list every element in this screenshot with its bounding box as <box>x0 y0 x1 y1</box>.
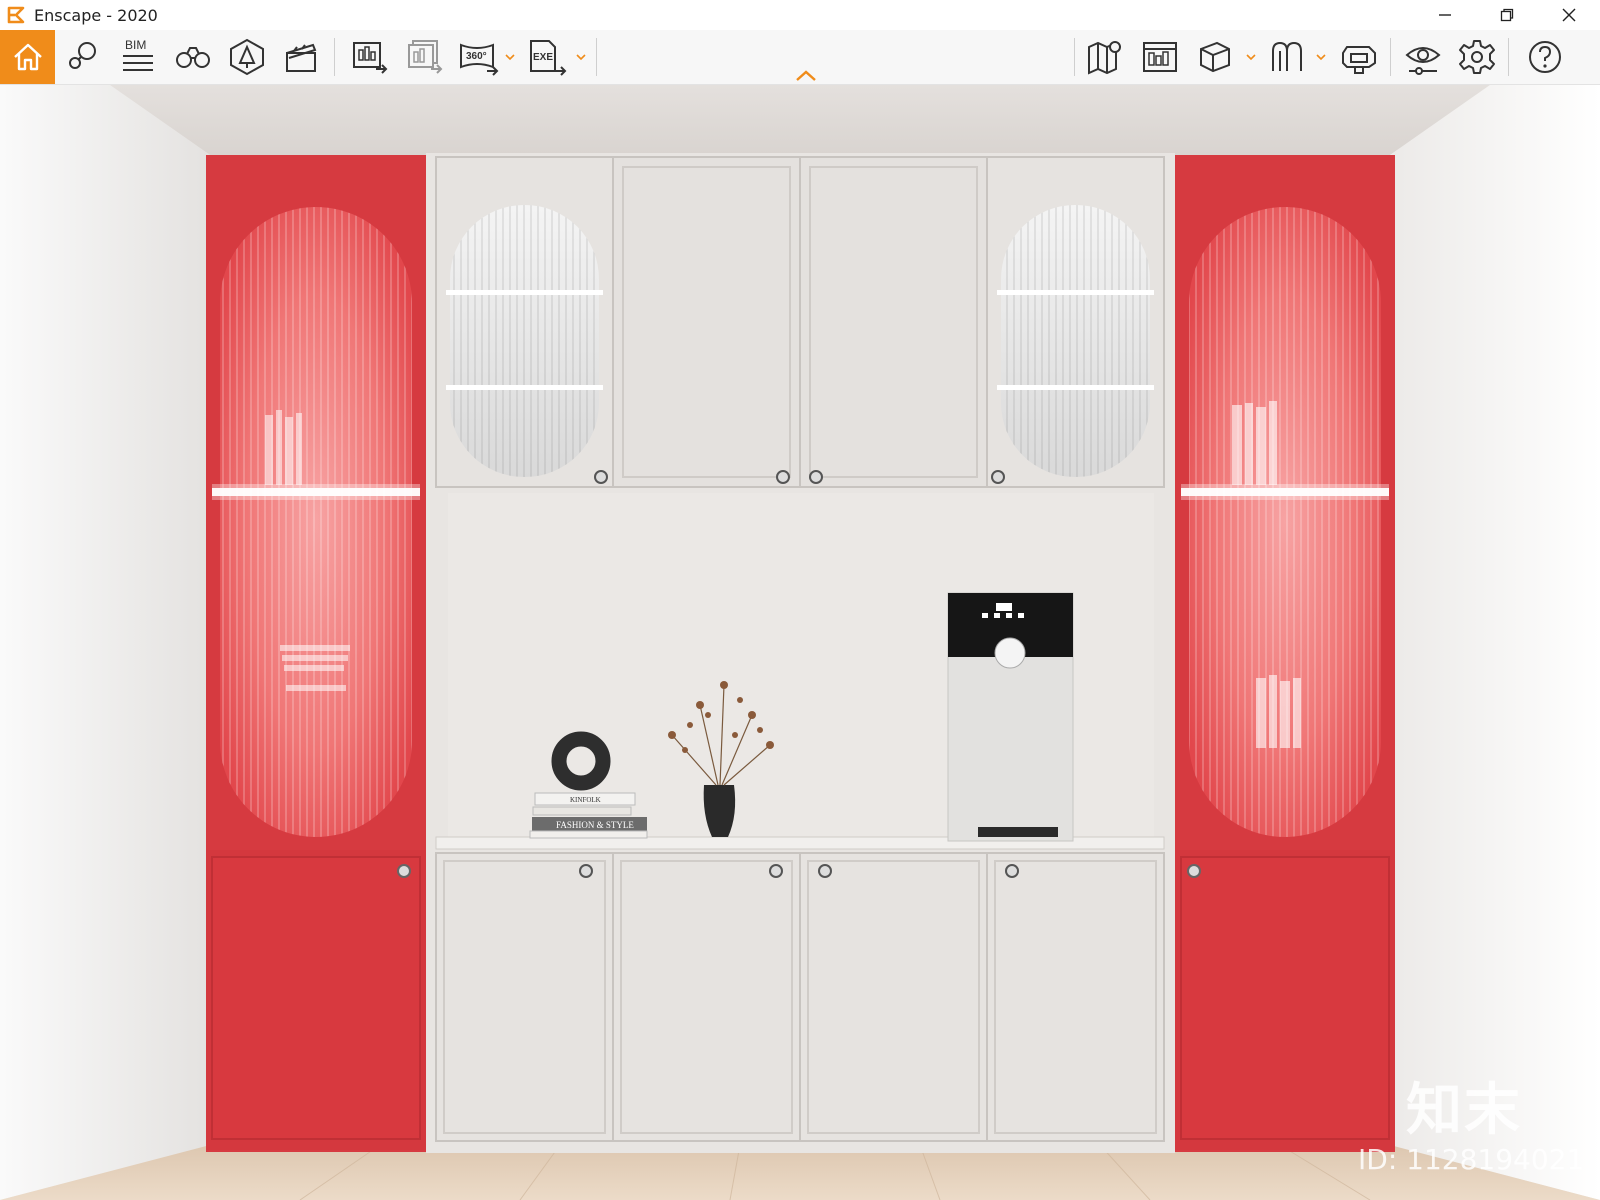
chevron-up-icon[interactable] <box>794 68 818 82</box>
help-icon <box>1529 41 1561 73</box>
restore-icon <box>1500 8 1514 22</box>
watermark-id: ID: 1128194021 <box>1358 1143 1585 1176</box>
window-controls <box>1414 0 1600 30</box>
title-bar: Enscape - 2020 <box>0 0 1600 30</box>
bim-label: BIM <box>125 38 146 52</box>
close-button[interactable] <box>1538 0 1600 30</box>
close-icon <box>1562 8 1576 22</box>
book-fashion-label: FASHION & STYLE <box>556 820 634 830</box>
panorama-dropdown[interactable] <box>503 50 517 64</box>
toolbar-separator <box>1074 38 1075 76</box>
chevron-down-icon <box>576 54 586 61</box>
cabinet-scene: KINFOLK FASHION & STYLE <box>0 85 1600 1200</box>
site-context-icon <box>1143 42 1177 72</box>
window-title: Enscape - 2020 <box>34 5 158 25</box>
render-screenshot-button[interactable] <box>345 30 395 84</box>
minimize-button[interactable] <box>1414 0 1476 30</box>
video-editor-button[interactable] <box>276 30 326 84</box>
bim-icon: BIM <box>123 38 153 71</box>
enscape-toolbar: BIM 360° EXE <box>0 30 1600 85</box>
views-button[interactable] <box>58 30 108 84</box>
watermark-brand: 知末 <box>1406 1078 1522 1143</box>
toolbar-separator <box>334 38 335 76</box>
render-image-icon <box>353 42 388 74</box>
clapperboard-icon <box>286 43 317 72</box>
panorama-360-button[interactable]: 360° <box>454 30 504 84</box>
batch-render-button[interactable] <box>400 30 450 84</box>
batch-render-icon <box>408 40 443 74</box>
restore-button[interactable] <box>1476 0 1538 30</box>
home-button[interactable] <box>0 30 55 84</box>
toolbar-separator <box>596 38 597 76</box>
chevron-down-icon <box>505 54 515 61</box>
annotation-icon <box>1272 41 1302 71</box>
book-kinfolk-label: KINFOLK <box>570 796 601 804</box>
panorama-360-label: 360° <box>466 51 487 62</box>
export-exe-button[interactable]: EXE <box>522 30 572 84</box>
export-exe-label: EXE <box>533 52 553 63</box>
bim-button[interactable]: BIM <box>112 30 162 84</box>
cube-view-button[interactable] <box>1190 30 1240 84</box>
vr-headset-button[interactable] <box>1334 30 1384 84</box>
home-icon <box>13 43 42 71</box>
visual-settings-button[interactable] <box>1398 30 1448 84</box>
chevron-down-icon <box>1316 54 1326 61</box>
vr-headset-icon <box>1342 46 1376 74</box>
cube-icon <box>1200 41 1230 73</box>
chevron-down-icon <box>1246 54 1256 61</box>
gear-icon <box>1459 40 1495 74</box>
export-dropdown[interactable] <box>574 50 588 64</box>
panorama-360-icon: 360° <box>460 43 499 76</box>
binoculars-icon <box>176 47 210 68</box>
cube-dropdown[interactable] <box>1244 50 1258 64</box>
enscape-logo-icon <box>7 6 25 24</box>
map-pin-icon <box>69 42 96 69</box>
eye-icon <box>1405 47 1441 75</box>
binoculars-button[interactable] <box>168 30 218 84</box>
site-context-button[interactable] <box>1135 30 1185 84</box>
annotation-dropdown[interactable] <box>1314 50 1328 64</box>
general-settings-button[interactable] <box>1452 30 1502 84</box>
export-exe-icon: EXE <box>530 40 567 76</box>
map-view-button[interactable] <box>1080 30 1130 84</box>
map-icon <box>1088 41 1121 75</box>
annotation-button[interactable] <box>1262 30 1312 84</box>
minimize-icon <box>1439 14 1451 16</box>
render-viewport[interactable]: KINFOLK FASHION & STYLE 知末 ID: 112819402… <box>0 85 1600 1200</box>
help-button[interactable] <box>1520 30 1570 84</box>
toolbar-separator <box>1390 38 1391 76</box>
asset-library-icon <box>230 38 264 76</box>
toolbar-separator <box>1508 38 1509 76</box>
asset-library-button[interactable] <box>222 30 272 84</box>
